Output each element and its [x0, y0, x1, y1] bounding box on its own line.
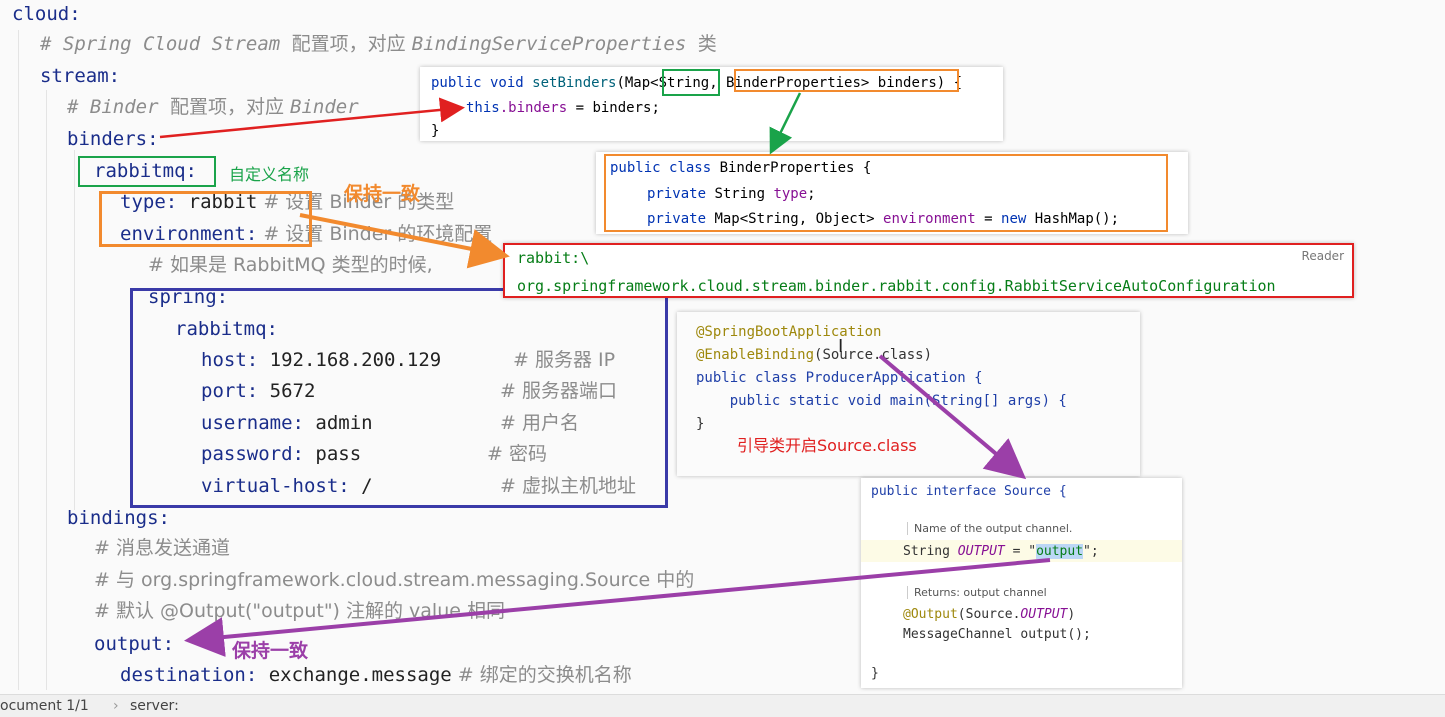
- binderproperties-highlight-box: [604, 154, 1168, 232]
- yaml-line-output: output:: [94, 633, 175, 655]
- source-interface-panel: public interface Source { Name of the ou…: [861, 478, 1182, 688]
- custom-name-label: 自定义名称: [229, 165, 310, 184]
- producer-application-panel: @SpringBootApplication @EnableBinding(So…: [677, 312, 1140, 476]
- yaml-line-binders: binders:: [67, 128, 159, 150]
- breadcrumb-separator: ›: [113, 698, 119, 714]
- rabbitmq-highlight-box: [78, 156, 216, 187]
- yaml-line-destination: destination: exchange.message # 绑定的交换机名称: [120, 664, 632, 686]
- returns-doc-comment: Returns: output channel: [907, 586, 1047, 599]
- yaml-comment-binder: # Binder 配置项，对应 Binder: [67, 96, 359, 118]
- indent-guide: [74, 150, 75, 510]
- indent-guide: [46, 90, 47, 690]
- setbinders-body: this.binders = binders;: [466, 100, 660, 116]
- yaml-line-bindings: bindings:: [67, 507, 170, 529]
- yaml-comment-stream: # Spring Cloud Stream 配置项，对应 BindingServ…: [40, 33, 717, 55]
- output-annotation-line: @Output(Source.OUTPUT): [903, 607, 1076, 622]
- yaml-comment-send-channel: # 消息发送通道: [94, 537, 230, 559]
- output-doc-comment: Name of the output channel.: [907, 522, 1072, 535]
- factories-autoconfig-class: org.springframework.cloud.stream.binder.…: [517, 277, 1276, 295]
- yaml-line-cloud: cloud:: [12, 3, 81, 25]
- text-cursor-icon: I: [838, 336, 844, 357]
- spring-rabbitmq-highlight-box: [130, 288, 668, 508]
- yaml-comment-rabbitmq: # 如果是 RabbitMQ 类型的时候,: [148, 254, 433, 276]
- source-interface-line: public interface Source {: [871, 484, 1067, 499]
- setbinders-close: }: [431, 123, 440, 139]
- reader-mode-label[interactable]: Reader: [1302, 249, 1344, 263]
- yaml-comment-output-annotation: # 默认 @Output("output") 注解的 value 相同: [94, 600, 505, 622]
- binderproperties-highlight-box: [734, 69, 959, 92]
- keep-consistent-label-bottom: 保持一致: [232, 640, 309, 662]
- spring-factories-panel: rabbit:\ Reader org.springframework.clou…: [503, 243, 1354, 298]
- main-method-line: public static void main(String[] args) {: [696, 393, 1067, 409]
- source-interface-close: }: [871, 666, 879, 681]
- breadcrumb-path[interactable]: server:: [130, 698, 179, 714]
- status-bar: ocument 1/1 › server:: [0, 694, 1445, 717]
- message-channel-line: MessageChannel output();: [903, 627, 1091, 642]
- bootstrap-note: 引导类开启Source.class: [737, 436, 917, 455]
- springboot-annotation: @SpringBootApplication: [696, 324, 882, 340]
- document-indicator[interactable]: ocument 1/1: [0, 698, 89, 714]
- enablebinding-annotation: @EnableBinding(Source.class): [696, 347, 933, 363]
- indent-guide: [18, 30, 19, 690]
- factories-binder-key: rabbit:\: [517, 249, 590, 267]
- producer-class-close: }: [696, 416, 705, 432]
- yaml-comment-source: # 与 org.springframework.cloud.stream.mes…: [94, 569, 695, 591]
- output-constant-line: String OUTPUT = "output";: [903, 544, 1099, 559]
- string-highlight-box: [662, 69, 720, 96]
- producer-class-line: public class ProducerApplication {: [696, 370, 983, 386]
- yaml-line-stream: stream:: [40, 65, 121, 87]
- type-environment-highlight-box: [99, 191, 312, 247]
- keep-consistent-label-top: 保持一致: [344, 183, 421, 205]
